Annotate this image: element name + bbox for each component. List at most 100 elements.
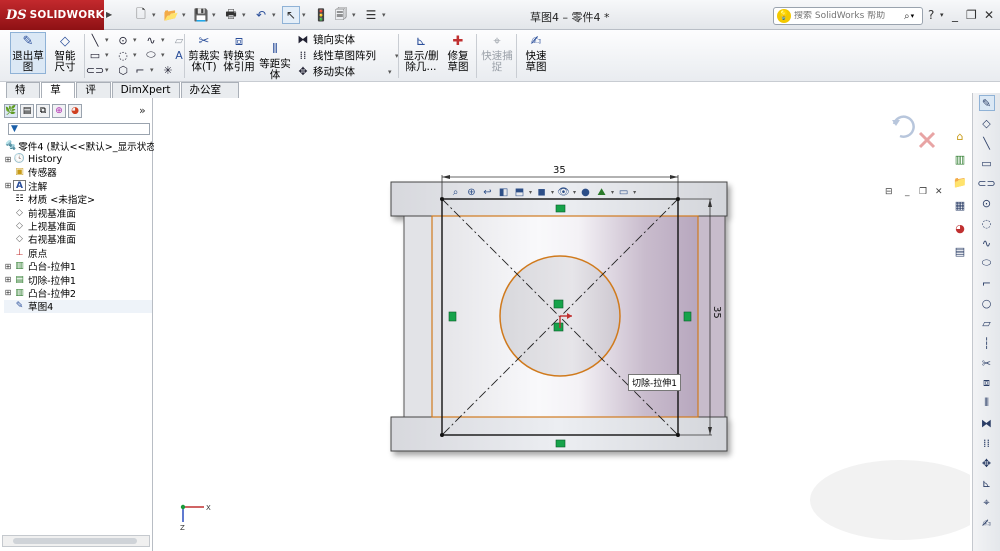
ellipse-dropdown-icon[interactable]: ▾ [161,51,169,59]
expand-icon[interactable]: ⊞ [4,288,12,297]
exit-sketch-corner-icon[interactable] [892,115,915,138]
fillet-icon[interactable]: ⌐ [979,275,995,291]
file-explorer-icon[interactable]: 📁 [952,174,968,190]
tree-item-cut-extrude-1[interactable]: ⊞ ▤ 切除-拉伸1 [4,273,152,287]
fillet-dropdown-icon[interactable]: ▾ [150,66,158,74]
fillet-icon[interactable]: ⌐ [133,63,147,77]
expand-icon[interactable]: ⊞ [4,181,12,190]
centerline-icon[interactable]: ┆ [979,335,995,351]
mirror-icon[interactable]: ⧓ [979,415,995,431]
tree-item-sensors[interactable]: ▣ 传感器 [4,166,152,179]
apply-scene-dropdown-icon[interactable]: ▾ [611,189,614,196]
ellipse-icon[interactable]: ⬭ [144,48,158,62]
rebuild-traffic-light-icon[interactable]: 🚦 [312,6,330,24]
trim-entities-button[interactable]: ✂ 剪裁实体(T) [188,32,220,73]
edit-appearance-icon[interactable]: ● [579,186,592,199]
slot-dropdown-icon[interactable]: ▾ [105,66,113,74]
tree-item-history[interactable]: ⊞ 🕓 History [4,152,152,165]
tree-item-front-plane[interactable]: ◇ 前视基准面 [4,206,152,220]
help-dropdown-icon[interactable]: ▾ [940,11,944,19]
coincident-relation-icon[interactable] [553,322,564,332]
slot-icon[interactable]: ⊂⊃ [86,63,104,77]
sketch-canvas[interactable]: 35 35 X Z [154,98,970,551]
tab-dimxpert[interactable]: DimXpert [111,82,180,98]
display-manager-tab-icon[interactable]: ◕ [68,104,82,118]
exit-sketch-button[interactable]: ✎ 退出草图 [10,32,46,74]
help-search-box[interactable]: 💡 ⌕ ▾ [773,7,923,25]
save-dropdown-icon[interactable]: ▾ [212,11,220,19]
tree-item-sketch-4[interactable]: ✎ 草图4 [4,299,152,313]
close-window-icon[interactable]: ✕ [984,8,994,22]
point-icon[interactable]: ○ [979,295,995,311]
circle-dropdown-icon[interactable]: ▾ [133,36,141,44]
help-question-icon[interactable]: ? [928,8,934,22]
solidworks-logo[interactable]: DS SOLIDWORKS [0,0,112,30]
rectangle-dropdown-icon[interactable]: ▾ [105,51,113,59]
appearances-icon[interactable]: ◕ [952,220,968,236]
scrollbar-thumb[interactable] [13,538,137,544]
move-entities-button[interactable]: ✥ 移动实体 ▾ [296,64,396,79]
viewport-split-icon[interactable]: ⊟ [885,187,893,197]
help-search-input[interactable] [794,11,904,21]
tab-features[interactable]: 特征 [6,82,41,111]
save-icon[interactable]: 💾 [192,6,210,24]
properties-dropdown-icon[interactable]: ▾ [352,11,360,19]
new-dropdown-icon[interactable]: ▾ [152,11,160,19]
horizontal-relation-icon[interactable] [555,204,566,213]
display-delete-relations-button[interactable]: ⊾ 显示/删除几... [402,32,440,73]
vertical-relation-icon[interactable] [683,311,692,322]
quick-snaps-icon[interactable]: ⌖ [979,495,995,511]
polygon-icon[interactable]: ⬡ [116,63,130,77]
home-icon[interactable]: ⌂ [952,128,968,144]
undo-dropdown-icon[interactable]: ▾ [272,11,280,19]
tree-item-boss-extrude-2[interactable]: ⊞ ▥ 凸台-拉伸2 [4,286,152,300]
convert-entities-icon[interactable]: ⧈ [979,375,995,391]
select-dropdown-icon[interactable]: ▾ [302,11,310,19]
design-library-icon[interactable]: ▥ [952,151,968,167]
slot-icon[interactable]: ⊂⊃ [977,175,995,191]
panel-horizontal-scrollbar[interactable] [2,535,150,547]
line-icon[interactable]: ╲ [979,135,995,151]
apply-scene-icon[interactable]: ⛰ [595,186,608,199]
arc-icon[interactable]: ◌ [116,48,130,62]
dimxpert-manager-tab-icon[interactable]: ⊕ [52,104,66,118]
linear-pattern-icon[interactable]: ⁞⁞ [979,435,995,451]
view-settings-icon[interactable]: ▭ [617,186,630,199]
line-icon[interactable]: ╲ [88,33,102,47]
circle-icon[interactable]: ⊙ [116,33,130,47]
custom-properties-icon[interactable]: ▤ [952,243,968,259]
open-folder-icon[interactable]: 📂 [162,6,180,24]
search-dropdown-icon[interactable]: ▾ [911,12,915,20]
view-orientation-icon[interactable]: ⬒ [513,186,526,199]
mirror-entities-button[interactable]: ⧓ 镜向实体 [296,32,356,47]
tree-item-annotations[interactable]: ⊞ A 注解 [4,179,152,193]
expand-icon[interactable]: ⊞ [4,262,12,271]
viewport-close-icon[interactable]: ✕ [935,187,943,197]
zoom-to-fit-icon[interactable]: ⌕ [449,186,462,199]
configuration-manager-tab-icon[interactable]: ⧉ [36,104,50,118]
spline-icon[interactable]: ∿ [979,235,995,251]
open-dropdown-icon[interactable]: ▾ [182,11,190,19]
display-style-dropdown-icon[interactable]: ▾ [551,189,554,196]
options-icon[interactable]: ☰ [362,6,380,24]
dimension-vertical-value[interactable]: 35 [711,306,722,319]
arc-icon[interactable]: ◌ [979,215,995,231]
convert-entities-button[interactable]: ⧈ 转换实体引用 [222,32,256,73]
horizontal-relation-icon[interactable] [555,439,566,448]
previous-view-icon[interactable]: ↩ [481,186,494,199]
minimize-window-icon[interactable]: _ [952,8,958,22]
quick-snaps-button[interactable]: ⌖ 快速捕捉 [480,32,514,73]
tree-item-top-plane[interactable]: ◇ 上视基准面 [4,219,152,233]
zoom-to-area-icon[interactable]: ⊕ [465,186,478,199]
file-properties-icon[interactable]: 🗐 [332,6,350,24]
arc-dropdown-icon[interactable]: ▾ [133,51,141,59]
print-icon[interactable]: 🖶 [222,6,240,24]
tree-filter[interactable]: ▼ [8,123,150,135]
tree-item-origin[interactable]: ⊥ 原点 [4,246,152,260]
options-dropdown-icon[interactable]: ▾ [382,11,390,19]
trim-icon[interactable]: ✂ [979,355,995,371]
coincident-relation-icon[interactable] [553,299,564,309]
linear-pattern-button[interactable]: ⁞⁞ 线性草图阵列 ▾ [296,48,403,63]
view-settings-dropdown-icon[interactable]: ▾ [633,189,636,196]
tab-evaluate[interactable]: 评估 [76,82,111,111]
